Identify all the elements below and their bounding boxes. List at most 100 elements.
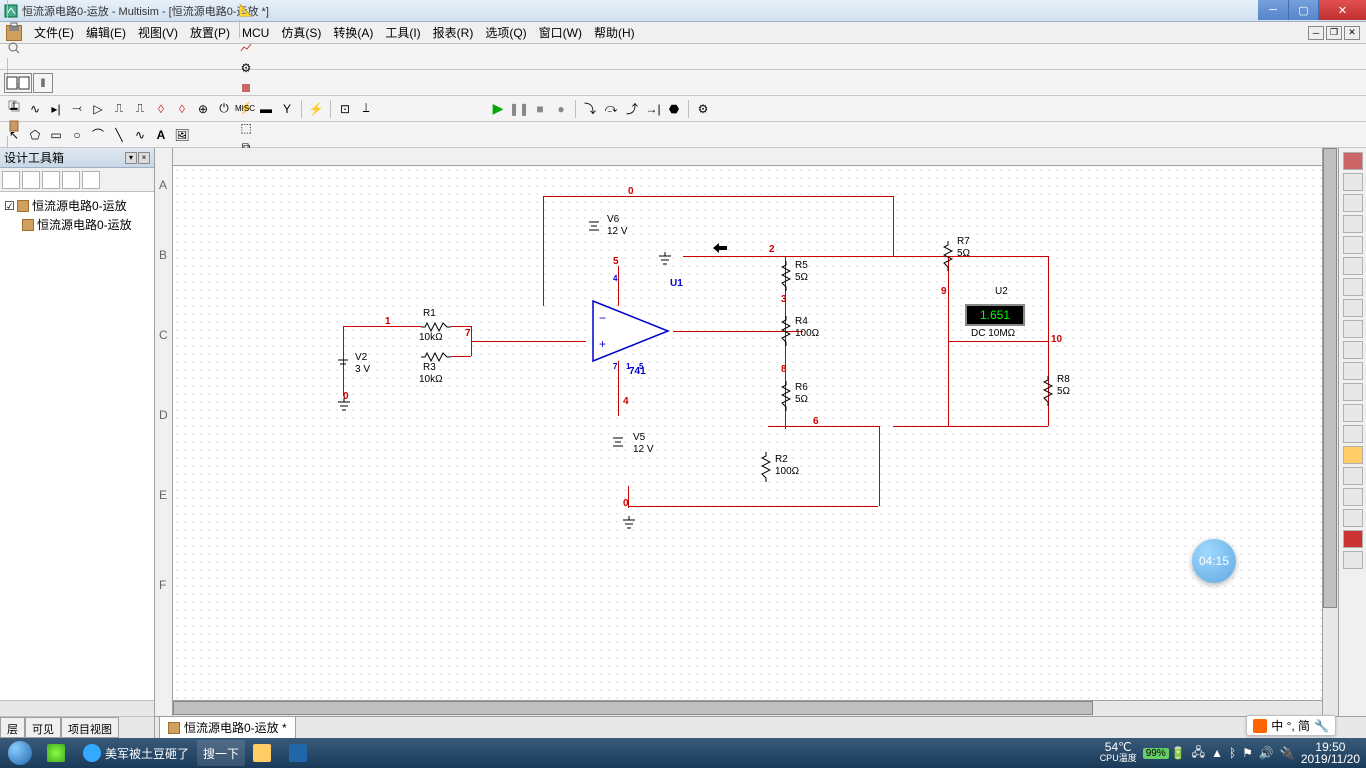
- tray-bluetooth-icon[interactable]: ᛒ: [1229, 746, 1236, 760]
- transistor-button[interactable]: ⤙: [67, 99, 87, 119]
- panel-save-button[interactable]: [42, 171, 60, 189]
- select-button[interactable]: ↖: [4, 125, 24, 145]
- current-probe[interactable]: [713, 242, 727, 252]
- multimeter-icon[interactable]: [1343, 152, 1363, 170]
- panel-new-button[interactable]: [2, 171, 20, 189]
- schematic-canvas[interactable]: 0 5 1 7 0 2 3 8 4 6 0 9 10 V6: [173, 166, 1322, 700]
- start-button[interactable]: [0, 738, 40, 768]
- sim-settings-button[interactable]: ⚙: [693, 99, 713, 119]
- spreadsheet-view-button[interactable]: ‖: [33, 73, 53, 93]
- bus-button[interactable]: ⟘: [356, 99, 376, 119]
- print-button[interactable]: [4, 18, 24, 38]
- close-button[interactable]: ✕: [1318, 0, 1366, 20]
- menu-tools[interactable]: 工具(I): [379, 22, 426, 43]
- task-search[interactable]: 搜一下: [197, 740, 245, 766]
- tree-child[interactable]: 恒流源电路0-运放: [4, 215, 150, 234]
- resistor-r4[interactable]: [781, 316, 791, 346]
- record-button[interactable]: ●: [551, 99, 571, 119]
- resistor-r8[interactable]: [1043, 376, 1053, 406]
- network-icon[interactable]: [1343, 425, 1363, 443]
- menu-report[interactable]: 报表(R): [427, 22, 480, 43]
- step-over-button[interactable]: ⤼: [601, 99, 621, 119]
- bounds-button[interactable]: ⬚: [236, 118, 256, 138]
- stop-button[interactable]: ■: [530, 99, 550, 119]
- mixed-button[interactable]: ◊: [172, 99, 192, 119]
- resistor-r6[interactable]: [781, 381, 791, 411]
- tray-network-icon[interactable]: 🖧: [1192, 743, 1205, 764]
- resistor-r3[interactable]: [421, 351, 451, 361]
- run-button[interactable]: ▶: [488, 99, 508, 119]
- multimeter-u2[interactable]: 1.651: [965, 304, 1025, 326]
- rf-button[interactable]: Y: [277, 99, 297, 119]
- tree-root[interactable]: ☑ 恒流源电路0-运放: [4, 196, 150, 215]
- tray-power-icon[interactable]: 🔌: [1280, 746, 1295, 760]
- doc-tab-active[interactable]: 恒流源电路0-运放 *: [159, 716, 296, 739]
- battery-indicator[interactable]: 99%🔋: [1143, 746, 1186, 760]
- agilent-mm-icon[interactable]: [1343, 467, 1363, 485]
- panel-props-button[interactable]: [82, 171, 100, 189]
- menu-view[interactable]: 视图(V): [132, 22, 184, 43]
- text-button[interactable]: A: [151, 125, 171, 145]
- tray-flag-icon[interactable]: ⚑: [1242, 746, 1253, 760]
- line-button[interactable]: ╲: [109, 125, 129, 145]
- ground-2[interactable]: [657, 252, 673, 266]
- resistor-r5[interactable]: [781, 261, 791, 291]
- spectrum-icon[interactable]: [1343, 404, 1363, 422]
- task-helper[interactable]: [41, 740, 75, 766]
- misc-dig-button[interactable]: ◊: [151, 99, 171, 119]
- ground-3[interactable]: [621, 516, 637, 530]
- battery-v2[interactable]: [336, 354, 350, 374]
- freq-counter-icon[interactable]: [1343, 278, 1363, 296]
- task-ie[interactable]: 美军被土豆砸了: [77, 740, 195, 766]
- mdi-minimize-button[interactable]: ─: [1308, 26, 1324, 40]
- ruler-button[interactable]: 📐: [236, 0, 256, 20]
- maximize-button[interactable]: ▢: [1288, 0, 1318, 20]
- 4ch-scope-icon[interactable]: [1343, 236, 1363, 254]
- tray-clock[interactable]: 19:502019/11/20: [1301, 741, 1360, 765]
- graph-button[interactable]: [236, 38, 256, 58]
- tek-scope-icon[interactable]: [1343, 509, 1363, 527]
- resistor-r1[interactable]: [421, 321, 451, 331]
- design-view-button[interactable]: [4, 73, 32, 93]
- distortion-icon[interactable]: [1343, 383, 1363, 401]
- screen-recorder-overlay[interactable]: 04:15: [1192, 539, 1236, 583]
- panel-hscroll[interactable]: [0, 700, 154, 716]
- task-explorer[interactable]: [247, 740, 281, 766]
- canvas-hscroll[interactable]: [173, 700, 1322, 716]
- panel-refresh-button[interactable]: [62, 171, 80, 189]
- menu-edit[interactable]: 编辑(E): [80, 22, 132, 43]
- current-probe-icon[interactable]: [1343, 551, 1363, 569]
- agilent-fg-icon[interactable]: [1343, 446, 1363, 464]
- canvas-vscroll[interactable]: [1322, 148, 1338, 716]
- analog-button[interactable]: ▷: [88, 99, 108, 119]
- battery-v6[interactable]: [587, 216, 601, 236]
- multiline-button[interactable]: ∿: [130, 125, 150, 145]
- indicator-button[interactable]: ⊕: [193, 99, 213, 119]
- menu-window[interactable]: 窗口(W): [533, 22, 588, 43]
- design-tree[interactable]: ☑ 恒流源电路0-运放 恒流源电路0-运放: [0, 192, 154, 700]
- db-button[interactable]: [236, 78, 256, 98]
- pause-button[interactable]: ❚❚: [509, 99, 529, 119]
- tab-visible[interactable]: 可见: [25, 717, 61, 738]
- panel-close-button[interactable]: ×: [138, 152, 150, 164]
- arc-button[interactable]: ⌒: [88, 125, 108, 145]
- cmos-button[interactable]: ⎍: [130, 99, 150, 119]
- ground-1[interactable]: [336, 398, 352, 412]
- misc-button[interactable]: MISC: [235, 99, 255, 119]
- preview-button[interactable]: [4, 38, 24, 58]
- step-out-button[interactable]: ⤴: [622, 99, 642, 119]
- menu-file[interactable]: 文件(E): [28, 22, 80, 43]
- tab-project[interactable]: 项目视图: [61, 717, 119, 738]
- tray-up-icon[interactable]: ▲: [1211, 746, 1223, 760]
- power-button[interactable]: ⏻: [214, 99, 234, 119]
- minimize-button[interactable]: ─: [1258, 0, 1288, 20]
- mdi-restore-button[interactable]: ❐: [1326, 26, 1342, 40]
- wattmeter-icon[interactable]: [1343, 194, 1363, 212]
- logic-analyzer-icon[interactable]: [1343, 320, 1363, 338]
- menu-options[interactable]: 选项(Q): [479, 22, 532, 43]
- picture-button[interactable]: 🖼: [172, 125, 192, 145]
- cpu-temp[interactable]: 54℃CPU温度: [1100, 742, 1137, 764]
- labview-icon[interactable]: [1343, 530, 1363, 548]
- menu-place[interactable]: 放置(P): [184, 22, 236, 43]
- opamp-u1[interactable]: −+: [583, 296, 678, 366]
